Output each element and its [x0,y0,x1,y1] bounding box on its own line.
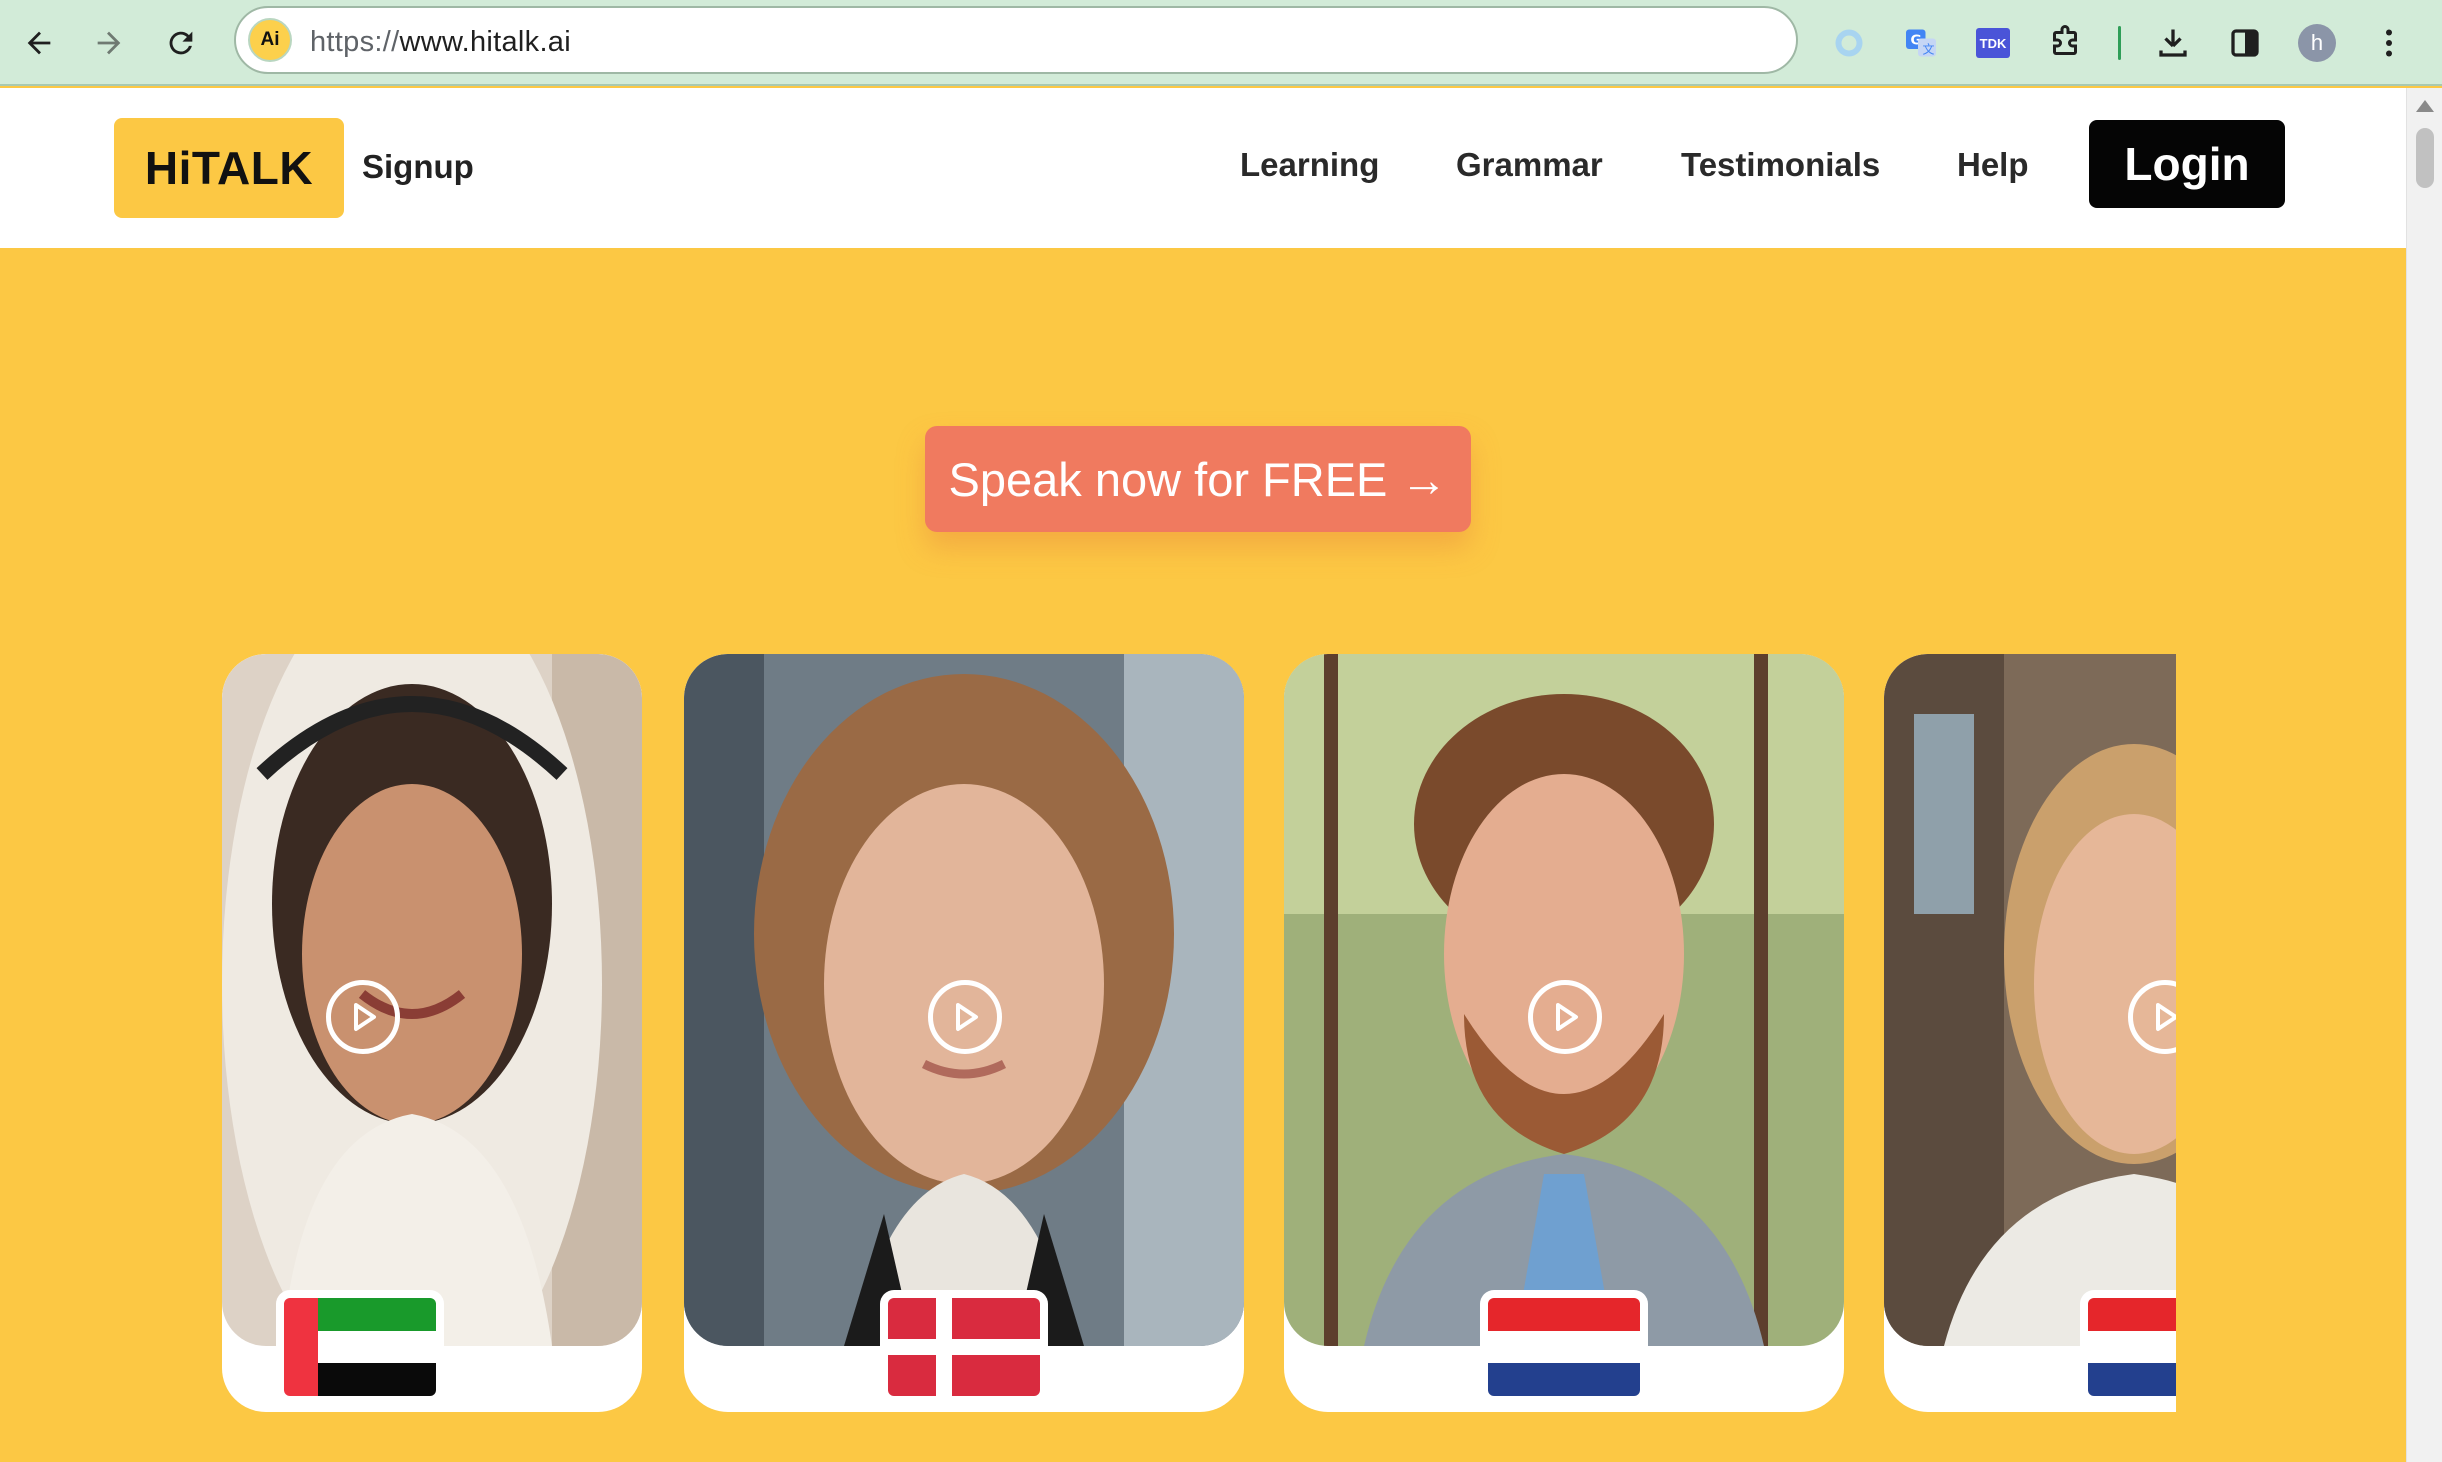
download-icon [2159,29,2187,57]
forward-icon [97,31,121,55]
browser-menu-button[interactable] [2362,16,2416,70]
back-icon [27,31,51,55]
kebab-menu-icon [2386,29,2392,57]
tdk-extension-button[interactable]: TDK [1966,16,2020,70]
circle-extension-button[interactable] [1822,16,1876,70]
login-button[interactable]: Login [2089,120,2285,208]
play-triangle [956,1003,978,1031]
play-triangle [2156,1003,2176,1031]
side-panel-button[interactable] [2218,16,2272,70]
reload-icon [169,31,193,55]
toolbar-separator [2118,26,2121,60]
circle-extension-icon [1835,29,1863,57]
sidepanel-icon [2231,29,2259,57]
play-triangle [354,1003,376,1031]
browser-toolbar: Ai https://www.hitalk.ai G文 TDK h [0,0,2442,86]
translate-button[interactable]: G文 [1894,16,1948,70]
site-header: HiTALK Signup Learning Grammar Testimoni… [0,88,2406,248]
tdk-extension-icon: TDK [1976,28,2010,58]
translate-icon: G文 [1906,29,1936,57]
scroll-up-arrow-icon[interactable] [2416,100,2434,112]
play-icon[interactable] [1528,980,1602,1054]
profile-button[interactable]: h [2290,16,2344,70]
tutor-card[interactable] [1284,654,1844,1412]
flag-uae-icon [284,1298,436,1396]
hitalk-logo[interactable]: HiTALK [114,118,344,218]
tutor-photo [222,654,642,1346]
tutor-carousel [222,654,2176,1412]
url-host: www.hitalk.ai [399,26,571,58]
tutor-card[interactable] [222,654,642,1412]
extensions-button[interactable] [2038,16,2092,70]
puzzle-icon [2053,25,2077,55]
flag-uae-frame [276,1290,444,1404]
address-bar[interactable]: Ai https://www.hitalk.ai [234,6,1798,74]
scroll-thumb[interactable] [2416,128,2434,188]
speak-now-button[interactable]: Speak now for FREE → [925,426,1471,532]
signup-link[interactable]: Signup [362,148,474,186]
flag-denmark-icon [888,1298,1040,1396]
page-viewport: HiTALK Signup Learning Grammar Testimoni… [0,88,2406,1462]
url-scheme: https:// [310,26,400,58]
downloads-button[interactable] [2146,16,2200,70]
forward-button[interactable] [82,16,136,70]
nav-grammar[interactable]: Grammar [1456,146,1603,184]
flag-netherlands-frame [1480,1290,1648,1404]
profile-avatar: h [2298,24,2336,62]
flag-netherlands-icon [1488,1298,1640,1396]
svg-text:文: 文 [1923,42,1935,57]
reload-button[interactable] [154,16,208,70]
nav-help[interactable]: Help [1957,146,2029,184]
play-icon[interactable] [326,980,400,1054]
nav-testimonials[interactable]: Testimonials [1681,146,1880,184]
play-triangle [1556,1003,1578,1031]
url-text[interactable]: https://www.hitalk.ai [310,26,571,59]
flag-netherlands-frame [2080,1290,2176,1404]
play-icon[interactable] [928,980,1002,1054]
tutor-card[interactable] [1884,654,2176,1412]
back-button[interactable] [12,16,66,70]
flag-denmark-frame [880,1290,1048,1404]
page-scrollbar[interactable] [2406,88,2442,1462]
tutor-card[interactable] [684,654,1244,1412]
site-favicon[interactable]: Ai [248,18,292,62]
flag-netherlands-icon [2088,1298,2176,1396]
nav-learning[interactable]: Learning [1240,146,1379,184]
